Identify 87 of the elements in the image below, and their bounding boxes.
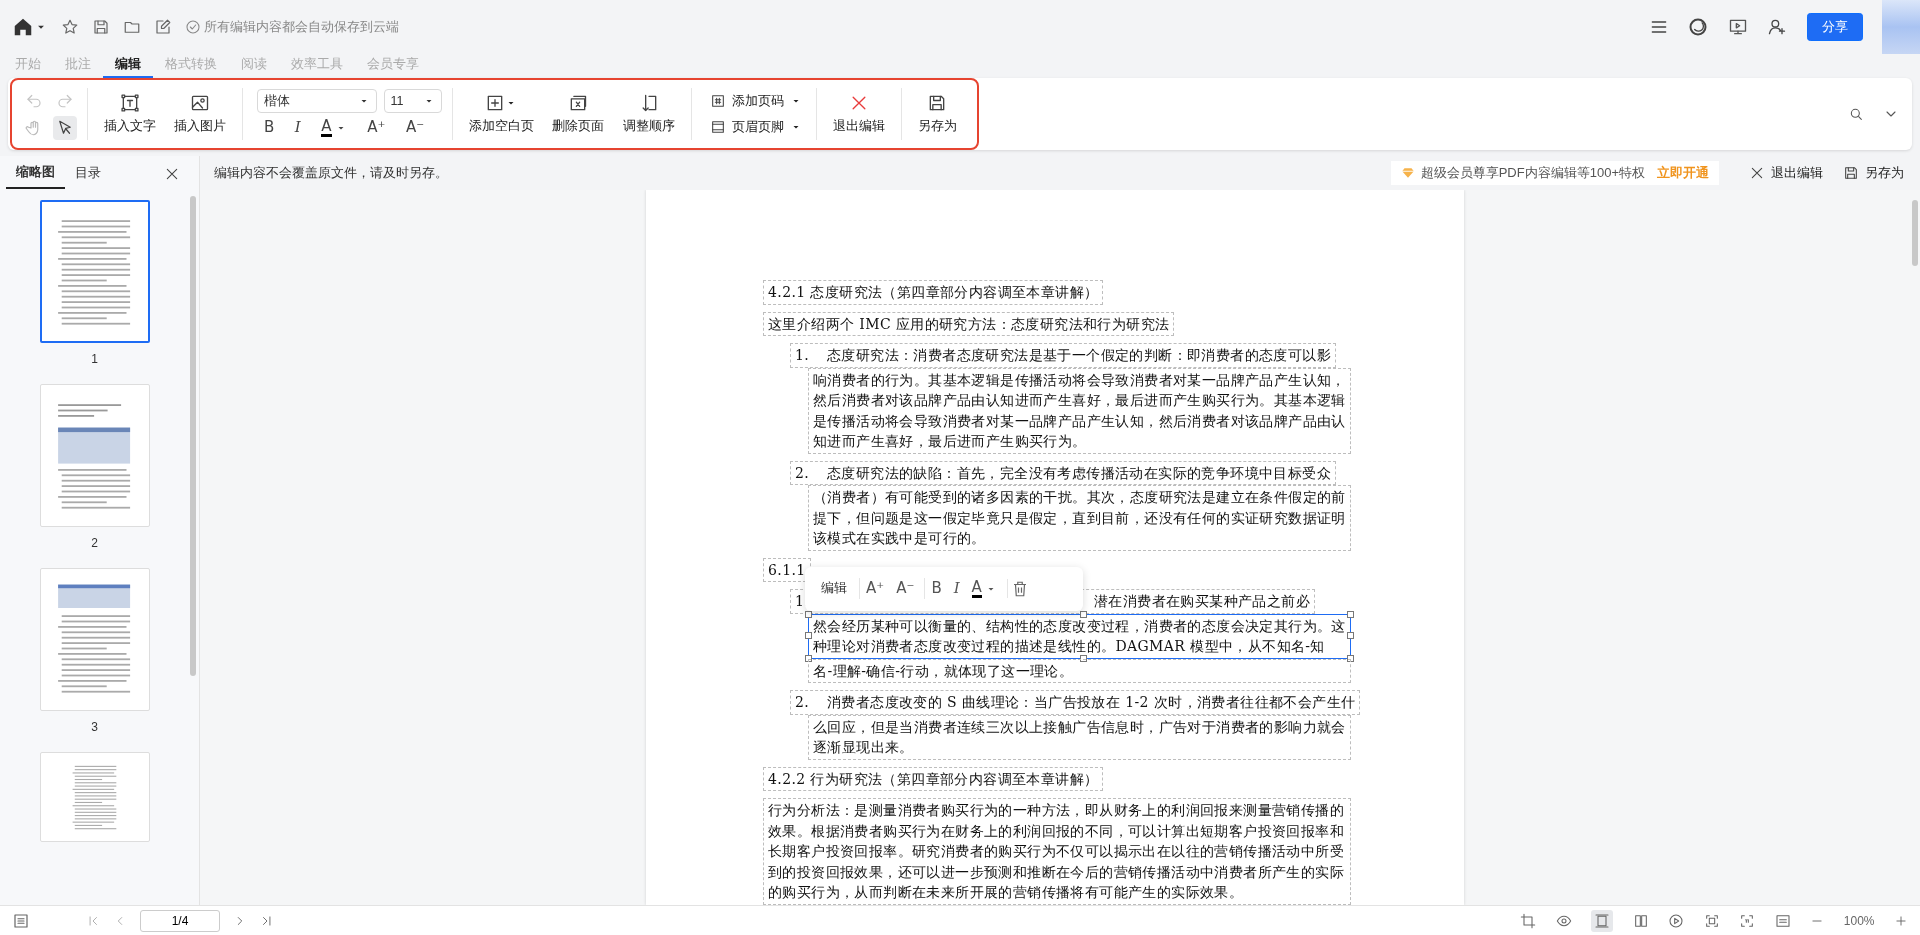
zoom-level: 100% [1843, 912, 1875, 930]
grow-font-button[interactable]: A⁺ [360, 116, 393, 139]
page-number: 1 [91, 350, 98, 368]
header-footer-icon [709, 119, 726, 135]
add-blank-page-button[interactable]: 添加空白页 [462, 90, 540, 138]
scrollbar[interactable] [190, 196, 196, 676]
menu-tab[interactable]: 编辑 [103, 54, 154, 78]
scrollbar[interactable] [1912, 200, 1918, 266]
save-as-button[interactable]: 另存为 [911, 90, 963, 138]
focus-icon[interactable] [1739, 912, 1756, 929]
list-text: 态度研究法的缺陷：首先，完全没有考虑传播活动在实际的竞争环境中目标受众 [827, 464, 1331, 481]
insert-text-button[interactable]: 插入文字 [97, 90, 162, 138]
list-text: 态度研究法：消费者态度研究法是基于一个假定的判断：即消费者的态度可以影 [827, 347, 1331, 363]
shrink-font-button[interactable]: A⁻ [890, 578, 926, 599]
last-page-icon[interactable] [260, 913, 274, 928]
page-input[interactable]: 1/4 [140, 909, 220, 932]
resize-handle[interactable] [805, 654, 812, 662]
notice-message: 编辑内容不会覆盖原文件，请及时另存。 [214, 164, 448, 183]
single-page-icon[interactable] [1594, 912, 1611, 929]
section-heading[interactable]: 4.2.2 行为研究法（第四章部分内容调至本章讲解） [763, 766, 1104, 791]
resize-handle[interactable] [1347, 610, 1354, 618]
add-user-icon[interactable] [1767, 17, 1787, 37]
circle-logo-icon[interactable] [1688, 17, 1708, 37]
promo-text: 超级会员尊享PDF内容编辑等100+特权 [1420, 164, 1645, 183]
resize-handle[interactable] [1079, 654, 1087, 662]
delete-page-button[interactable]: 删除页面 [546, 90, 610, 138]
hash-icon [709, 93, 726, 109]
sidebar-tab[interactable]: 目录 [65, 157, 111, 189]
fit-screen-icon[interactable] [1703, 912, 1720, 929]
exit-edit-button[interactable]: 退出编辑 [1745, 161, 1827, 185]
star-icon[interactable] [61, 18, 79, 36]
text-color-button[interactable]: A [314, 118, 354, 137]
text-color-button[interactable]: A [965, 579, 1009, 598]
save-status: 所有编辑内容都会自动保存到云端 [204, 18, 400, 37]
text-box-icon [119, 92, 140, 113]
page-number: 2 [91, 534, 98, 552]
insert-image-button[interactable]: 插入图片 [168, 90, 232, 138]
list-text: 名-理解-确信-行动，就体现了这一理论。 [813, 662, 1074, 679]
sidebar-tab[interactable]: 缩略图 [6, 156, 65, 190]
fit-width-icon[interactable] [1774, 912, 1791, 929]
save-icon[interactable] [92, 18, 110, 36]
list-text: 然会经历某种可以衡量的、结构性的态度改变过程，消费者的态度会决定其行为。这种理论对消费者态度改变过程的描述是线性的。DAGMAR 模型中，从不知名-知 [813, 617, 1346, 654]
share-button[interactable]: 分享 [1806, 13, 1863, 41]
outline-icon[interactable] [12, 911, 30, 930]
paragraph[interactable]: 这里介绍两个 IMC 应用的研究方法：态度研究法和行为研究法 [763, 311, 1175, 336]
italic-button[interactable]: I [947, 578, 966, 599]
screen-play-icon[interactable] [1727, 17, 1748, 37]
save-as-button[interactable]: 另存为 [1839, 161, 1908, 185]
bold-button[interactable]: B [257, 116, 282, 139]
diamond-icon [1400, 166, 1415, 180]
exit-edit-button[interactable]: 退出编辑 [826, 90, 891, 138]
paragraph[interactable]: 行为分析法：是测量消费者购买行为的一种方法，即从财务上的利润回报来测量营销传播的效果。根据消费者购买行为在财务上的利润回报的不同，可以计算出短期客户投资回报率和长期客户投资回报率。研究消费者的购买行为不仅可以揭示出在以往的营销传播活动中所受到的投资回报效果，还可以进一步预测和推断在今后的营销传播活动中消费者所产生的实际的购买行为，从而判断在未来所开展的营销传播将有可能产生的实际效果。 [763, 798, 1351, 905]
crop-icon[interactable] [1520, 912, 1537, 929]
resize-handle[interactable] [1347, 654, 1354, 662]
list-text: 么回应，但是当消费者连续三次以上接触广告信息时，广告对于消费者的影响力就会逐渐显现出来。 [813, 718, 1346, 755]
save-icon [1843, 165, 1859, 181]
shrink-font-button[interactable]: A⁻ [398, 116, 432, 139]
home-icon[interactable] [12, 16, 34, 38]
resize-handle[interactable] [1079, 610, 1087, 618]
list-number: 2. [795, 463, 811, 483]
resize-handle[interactable] [1347, 632, 1354, 639]
italic-button[interactable]: I [287, 116, 308, 139]
play-icon[interactable] [1668, 912, 1685, 929]
reorder-pages-button[interactable]: 调整顺序 [616, 90, 681, 138]
double-page-icon[interactable] [1632, 912, 1649, 929]
edit-button[interactable]: 编辑 [815, 578, 860, 599]
page-number-button[interactable]: 添加页码 [705, 89, 806, 113]
list-number: 2. [795, 693, 811, 712]
select-tool-button[interactable] [52, 115, 77, 140]
page-number: 3 [91, 718, 98, 736]
section-heading[interactable]: 4.2.1 态度研究法（第四章部分内容调至本章讲解） [763, 280, 1104, 305]
resize-handle[interactable] [805, 610, 812, 618]
page-thumbnail[interactable] [39, 200, 150, 343]
edit-icon[interactable] [154, 18, 172, 36]
list-text: 响消费者的行为。其基本逻辑是传播活动将会导致消费者对某一品牌产品产生认知，然后消费者对该品牌产品由认知进而产生喜好，最后进而产生购买行为。其基本逻辑是传播活动将会导致消费者对某一品牌产品产生认知，然后消费者对该品牌产品由认知进而产生喜好，最后进而产生购买行为。 [813, 371, 1346, 449]
font-size-select[interactable]: 11 [383, 89, 442, 114]
list-text: 潜在消费者在购买某种产品之前必 [1094, 593, 1310, 609]
grow-font-button[interactable]: A⁺ [860, 578, 891, 599]
list-text: 消费者态度改变的 S 曲线理论：当广告投放在 1-2 次时，消费者往往都不会产生什 [827, 694, 1356, 710]
list-number: 1. [795, 346, 811, 365]
check-icon [185, 19, 201, 35]
list-text: （消费者）有可能受到的诸多因素的干扰。其次，态度研究法是建立在条件假定的前提下，但问题是这一假定毕竟只是假定，直到目前，还没有任何的实证研究数据证明该模式在实践中是可行的。 [813, 489, 1346, 546]
bold-button[interactable]: B [925, 578, 948, 599]
resize-handle[interactable] [805, 632, 812, 639]
header-footer-button[interactable]: 页眉页脚 [705, 115, 806, 139]
font-family-select[interactable]: 楷体 [257, 89, 377, 114]
close-icon [1749, 165, 1765, 181]
